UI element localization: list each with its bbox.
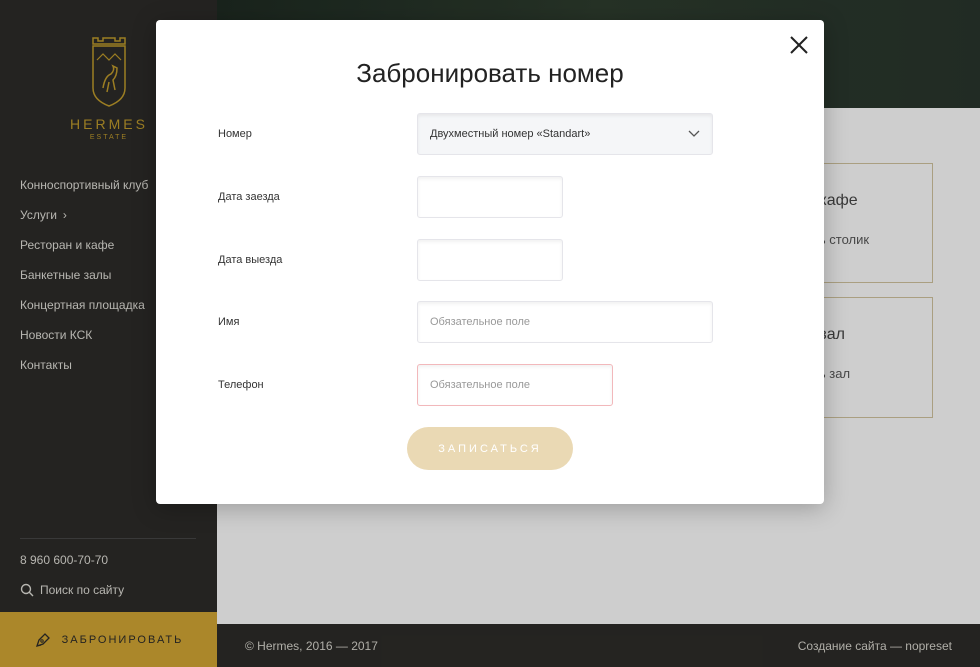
phone-label: Телефон (218, 379, 264, 391)
checkin-label: Дата заезда (218, 191, 280, 203)
booking-modal: Забронировать номер Номер Двухместный но… (156, 20, 824, 504)
name-label: Имя (218, 316, 240, 328)
checkout-row: Дата выезда (218, 239, 563, 281)
chevron-down-icon (688, 130, 700, 137)
checkout-date-input[interactable] (417, 239, 563, 281)
room-select-value: Двухместный номер «Standart» (430, 128, 591, 140)
checkin-row: Дата заезда (218, 176, 563, 218)
phone-row: Телефон Обязательное поле (218, 364, 613, 406)
checkin-date-input[interactable] (417, 176, 563, 218)
checkout-label: Дата выезда (218, 254, 283, 266)
room-select[interactable]: Двухместный номер «Standart» (417, 113, 713, 155)
name-row: Имя Обязательное поле (218, 301, 713, 343)
phone-input[interactable]: Обязательное поле (417, 364, 613, 406)
modal-title: Забронировать номер (356, 58, 624, 88)
room-label: Номер (218, 128, 252, 140)
submit-button[interactable]: ЗАПИСАТЬСЯ (407, 427, 573, 470)
room-row: Номер Двухместный номер «Standart» (218, 113, 713, 155)
name-input[interactable]: Обязательное поле (417, 301, 713, 343)
close-icon[interactable] (788, 34, 810, 56)
